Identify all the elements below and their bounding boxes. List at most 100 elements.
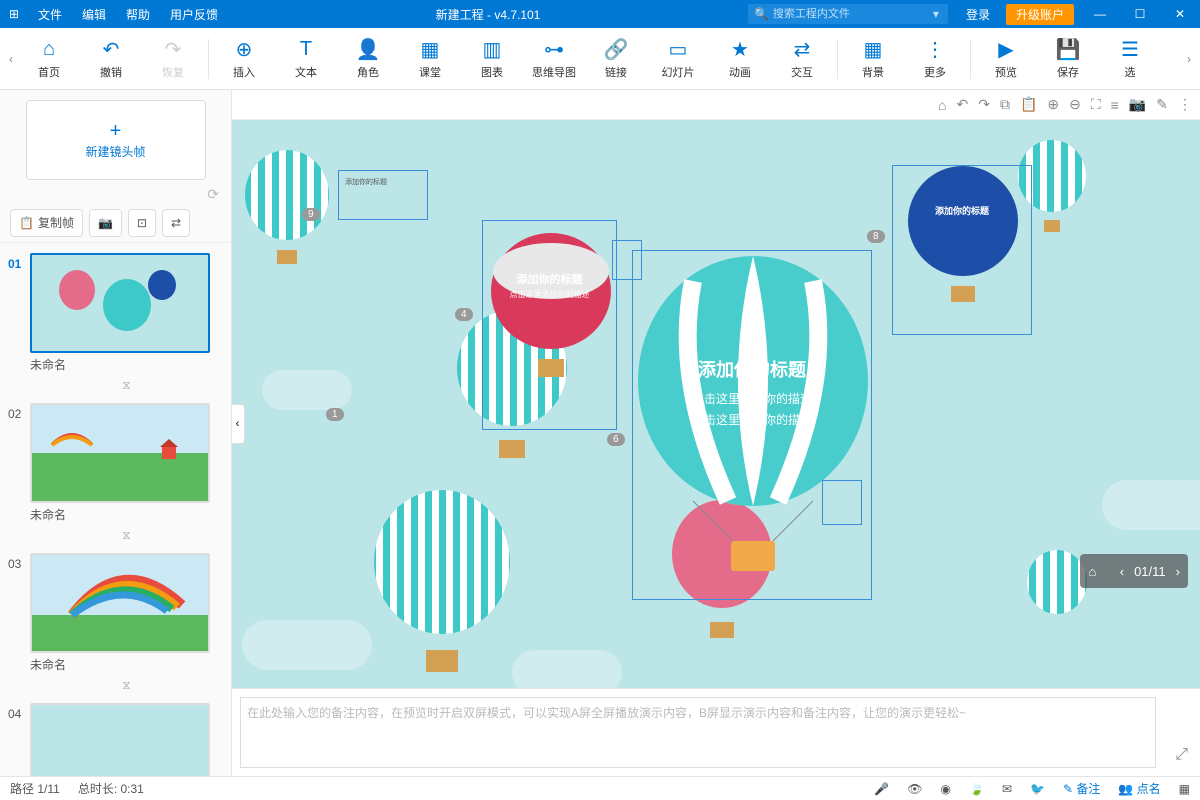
balloon-decor — [362, 490, 522, 688]
status-remark[interactable]: ✎ 备注 — [1063, 780, 1100, 797]
frame-item-03[interactable]: 03未命名⧖ — [0, 549, 231, 699]
status-dot-icon[interactable]: ◉ — [941, 782, 951, 796]
menu-help[interactable]: 帮助 — [116, 6, 160, 23]
title-bar: ⊞ 文件 编辑 帮助 用户反馈 新建工程 - v4.7.101 🔍 ▾ 登录 升… — [0, 0, 1200, 28]
paste-icon[interactable]: 📋 — [1020, 96, 1037, 113]
frame-box-main[interactable]: 添加你的标题 点击这里添加你的描述 点击这里添加你的描述 — [632, 250, 872, 600]
page-navigator: ⌂ | ‹ 01/11 › — [1080, 554, 1188, 588]
toolbar-icon: ↷ — [165, 38, 182, 62]
search-box[interactable]: 🔍 ▾ — [748, 4, 948, 24]
toolbar-icon: ↶ — [103, 38, 120, 62]
frame-box-9[interactable]: 添加你的标题 — [338, 170, 428, 220]
search-input[interactable] — [773, 8, 933, 20]
toolbar-选[interactable]: ☰选 — [1099, 31, 1161, 87]
scan-tool[interactable]: ⊡ — [128, 209, 156, 237]
upgrade-button[interactable]: 升级账户 — [1006, 4, 1074, 25]
toolbar-scroll-left[interactable]: ‹ — [4, 52, 18, 66]
toolbar-插入[interactable]: ⊕插入 — [213, 31, 275, 87]
frames-panel: + 新建镜头帧 ⟳ 📋 复制帧 📷 ⊡ ⇄ 01未命名⧖02未命名⧖03未命名⧖… — [0, 90, 232, 776]
toolbar-icon: ⊕ — [236, 38, 253, 62]
toolbar-icon: ⋮ — [925, 38, 945, 62]
page-prev-icon[interactable]: ‹ — [1120, 564, 1124, 579]
toolbar-icon: ⊶ — [544, 38, 564, 62]
menu-file[interactable]: 文件 — [28, 6, 72, 23]
main-toolbar: ‹ ⌂首页↶撤销↷恢复⊕插入T文本👤角色▦课堂▥图表⊶思维导图🔗链接▭幻灯片★动… — [0, 28, 1200, 90]
toolbar-恢复[interactable]: ↷恢复 — [142, 31, 204, 87]
close-button[interactable]: ✕ — [1160, 7, 1200, 21]
expand-notes-icon[interactable]: ⤢ — [1175, 746, 1188, 764]
toolbar-图表[interactable]: ▥图表 — [461, 31, 523, 87]
toolbar-课堂[interactable]: ▦课堂 — [399, 31, 461, 87]
chevron-down-icon[interactable]: ▾ — [933, 7, 939, 21]
canvas-main-desc1[interactable]: 点击这里添加你的描述 — [633, 390, 871, 407]
frame-item-04[interactable]: 04⧖ — [0, 699, 231, 776]
toolbar-首页[interactable]: ⌂首页 — [18, 31, 80, 87]
copy-frame-button[interactable]: 📋 复制帧 — [10, 209, 83, 237]
frame-badge-8: 8 — [867, 230, 885, 243]
frame-badge-9: 9 — [302, 208, 320, 221]
frame-item-02[interactable]: 02未命名⧖ — [0, 399, 231, 549]
frame-box-small[interactable] — [612, 240, 642, 280]
frame-box-8[interactable]: 添加你的标题 — [892, 165, 1032, 335]
status-leaf-icon[interactable]: 🍃 — [969, 782, 984, 796]
status-bird-icon[interactable]: 🐦 — [1030, 782, 1045, 796]
status-msg-icon[interactable]: ✉ — [1002, 782, 1012, 796]
canvas[interactable]: 添加你的标题 点击这里添加你的描述 4 添加你的标题 9 1 添加你的标题 点击… — [232, 120, 1200, 688]
app-logo-icon: ⊞ — [0, 7, 28, 21]
toolbar-文本[interactable]: T文本 — [275, 31, 337, 87]
toolbar-预览[interactable]: ▶预览 — [975, 31, 1037, 87]
toolbar-撤销[interactable]: ↶撤销 — [80, 31, 142, 87]
page-home-icon[interactable]: ⌂ — [1088, 564, 1096, 579]
status-grid-icon[interactable]: ▦ — [1179, 782, 1190, 796]
minimize-button[interactable]: — — [1080, 7, 1120, 21]
plus-icon: + — [110, 120, 122, 143]
swap-tool[interactable]: ⇄ — [162, 209, 190, 237]
menu-edit[interactable]: 编辑 — [72, 6, 116, 23]
toolbar-交互[interactable]: ⇄交互 — [771, 31, 833, 87]
page-next-icon[interactable]: › — [1176, 564, 1180, 579]
red-balloon-title: 添加你的标题 — [483, 271, 616, 287]
status-eye-icon[interactable]: 👁 — [907, 782, 922, 796]
frames-list: 01未命名⧖02未命名⧖03未命名⧖04⧖ — [0, 243, 231, 776]
page-indicator: 01/11 — [1134, 564, 1166, 579]
zoom-out-icon[interactable]: ⊖ — [1069, 96, 1081, 113]
toolbar-保存[interactable]: 💾保存 — [1037, 31, 1099, 87]
more-icon[interactable]: ⋮ — [1178, 96, 1192, 113]
frame-item-01[interactable]: 01未命名⧖ — [0, 249, 231, 399]
zoom-in-icon[interactable]: ⊕ — [1047, 96, 1059, 113]
copy-icon[interactable]: ⧉ — [1000, 96, 1010, 113]
toolbar-幻灯片[interactable]: ▭幻灯片 — [647, 31, 709, 87]
canvas-main-title[interactable]: 添加你的标题 — [633, 356, 871, 382]
status-mic-icon[interactable]: 🎤 — [874, 782, 889, 796]
status-dianming[interactable]: 👥 点名 — [1118, 780, 1160, 797]
canvas-main-desc2[interactable]: 点击这里添加你的描述 — [633, 411, 871, 428]
toolbar-思维导图[interactable]: ⊶思维导图 — [523, 31, 585, 87]
home-icon[interactable]: ⌂ — [938, 97, 946, 113]
notes-textarea[interactable] — [240, 697, 1156, 768]
login-link[interactable]: 登录 — [956, 6, 1000, 23]
fit-icon[interactable]: ⛶ — [1091, 96, 1101, 113]
toolbar-更多[interactable]: ⋮更多 — [904, 31, 966, 87]
toolbar-icon: ▭ — [669, 38, 688, 62]
toolbar-角色[interactable]: 👤角色 — [337, 31, 399, 87]
camera-tool[interactable]: 📷 — [89, 209, 122, 237]
frame-tools: 📋 复制帧 📷 ⊡ ⇄ — [0, 203, 231, 243]
new-frame-button[interactable]: + 新建镜头帧 — [26, 100, 206, 180]
capture-icon[interactable]: 📷 — [1129, 96, 1146, 113]
menu-feedback[interactable]: 用户反馈 — [160, 6, 228, 23]
frame-box-4[interactable]: 添加你的标题 点击这里添加你的描述 — [482, 220, 617, 430]
maximize-button[interactable]: ☐ — [1120, 7, 1160, 21]
edit-icon[interactable]: ✎ — [1156, 96, 1168, 113]
toolbar-动画[interactable]: ★动画 — [709, 31, 771, 87]
toolbar-scroll-right[interactable]: › — [1182, 52, 1196, 66]
cloud-shape — [512, 650, 622, 688]
toolbar-链接[interactable]: 🔗链接 — [585, 31, 647, 87]
toolbar-icon: 💾 — [1056, 38, 1081, 62]
toolbar-背景[interactable]: ▦背景 — [842, 31, 904, 87]
toolbar-icon: ▦ — [864, 38, 883, 62]
rotate-left-icon[interactable]: ↶ — [956, 96, 968, 113]
align-icon[interactable]: ≡ — [1111, 97, 1119, 113]
rotate-right-icon[interactable]: ↷ — [978, 96, 990, 113]
frame-box-tiny[interactable] — [822, 480, 862, 525]
collapse-panel-button[interactable]: ‹ — [232, 404, 245, 444]
